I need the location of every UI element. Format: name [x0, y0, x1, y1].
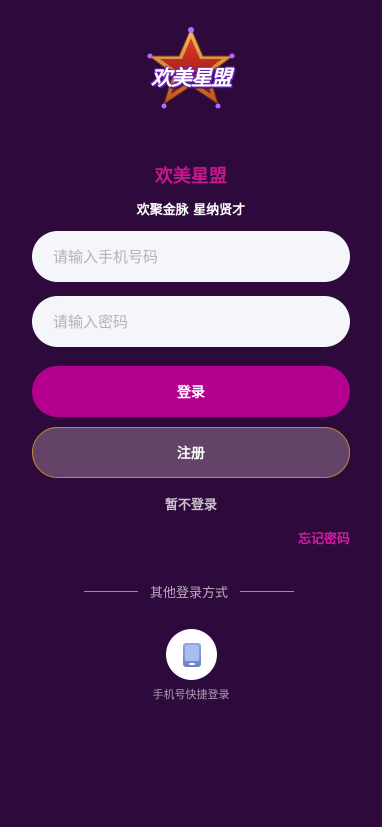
phone-quick-login-button[interactable]	[166, 629, 217, 680]
slogan: 欢聚金脉 星纳贤才	[136, 203, 246, 218]
divider-line-left	[84, 590, 138, 592]
login-page: 欢美星盟 欢美星盟 欢聚金脉 星纳贤才 登录 注册 暂不登录 忘记密码 其他登录…	[0, 0, 382, 827]
login-button[interactable]: 登录	[32, 366, 350, 417]
phone-icon	[182, 642, 201, 667]
skip-login-link[interactable]: 暂不登录	[0, 494, 382, 513]
logo-text: 欢美星盟	[151, 66, 232, 90]
app-name: 欢美星盟	[155, 166, 227, 187]
phone-quick-login-label: 手机号快捷登录	[152, 688, 230, 701]
phone-input[interactable]	[32, 231, 350, 282]
app-logo: 欢美星盟	[136, 26, 246, 120]
register-button[interactable]: 注册	[32, 427, 350, 478]
other-login-divider: 其他登录方式	[84, 582, 294, 601]
divider-line-right	[239, 590, 294, 592]
forgot-password-link[interactable]: 忘记密码	[298, 528, 350, 547]
other-login-title: 其他登录方式	[149, 585, 228, 601]
password-input[interactable]	[32, 296, 350, 347]
